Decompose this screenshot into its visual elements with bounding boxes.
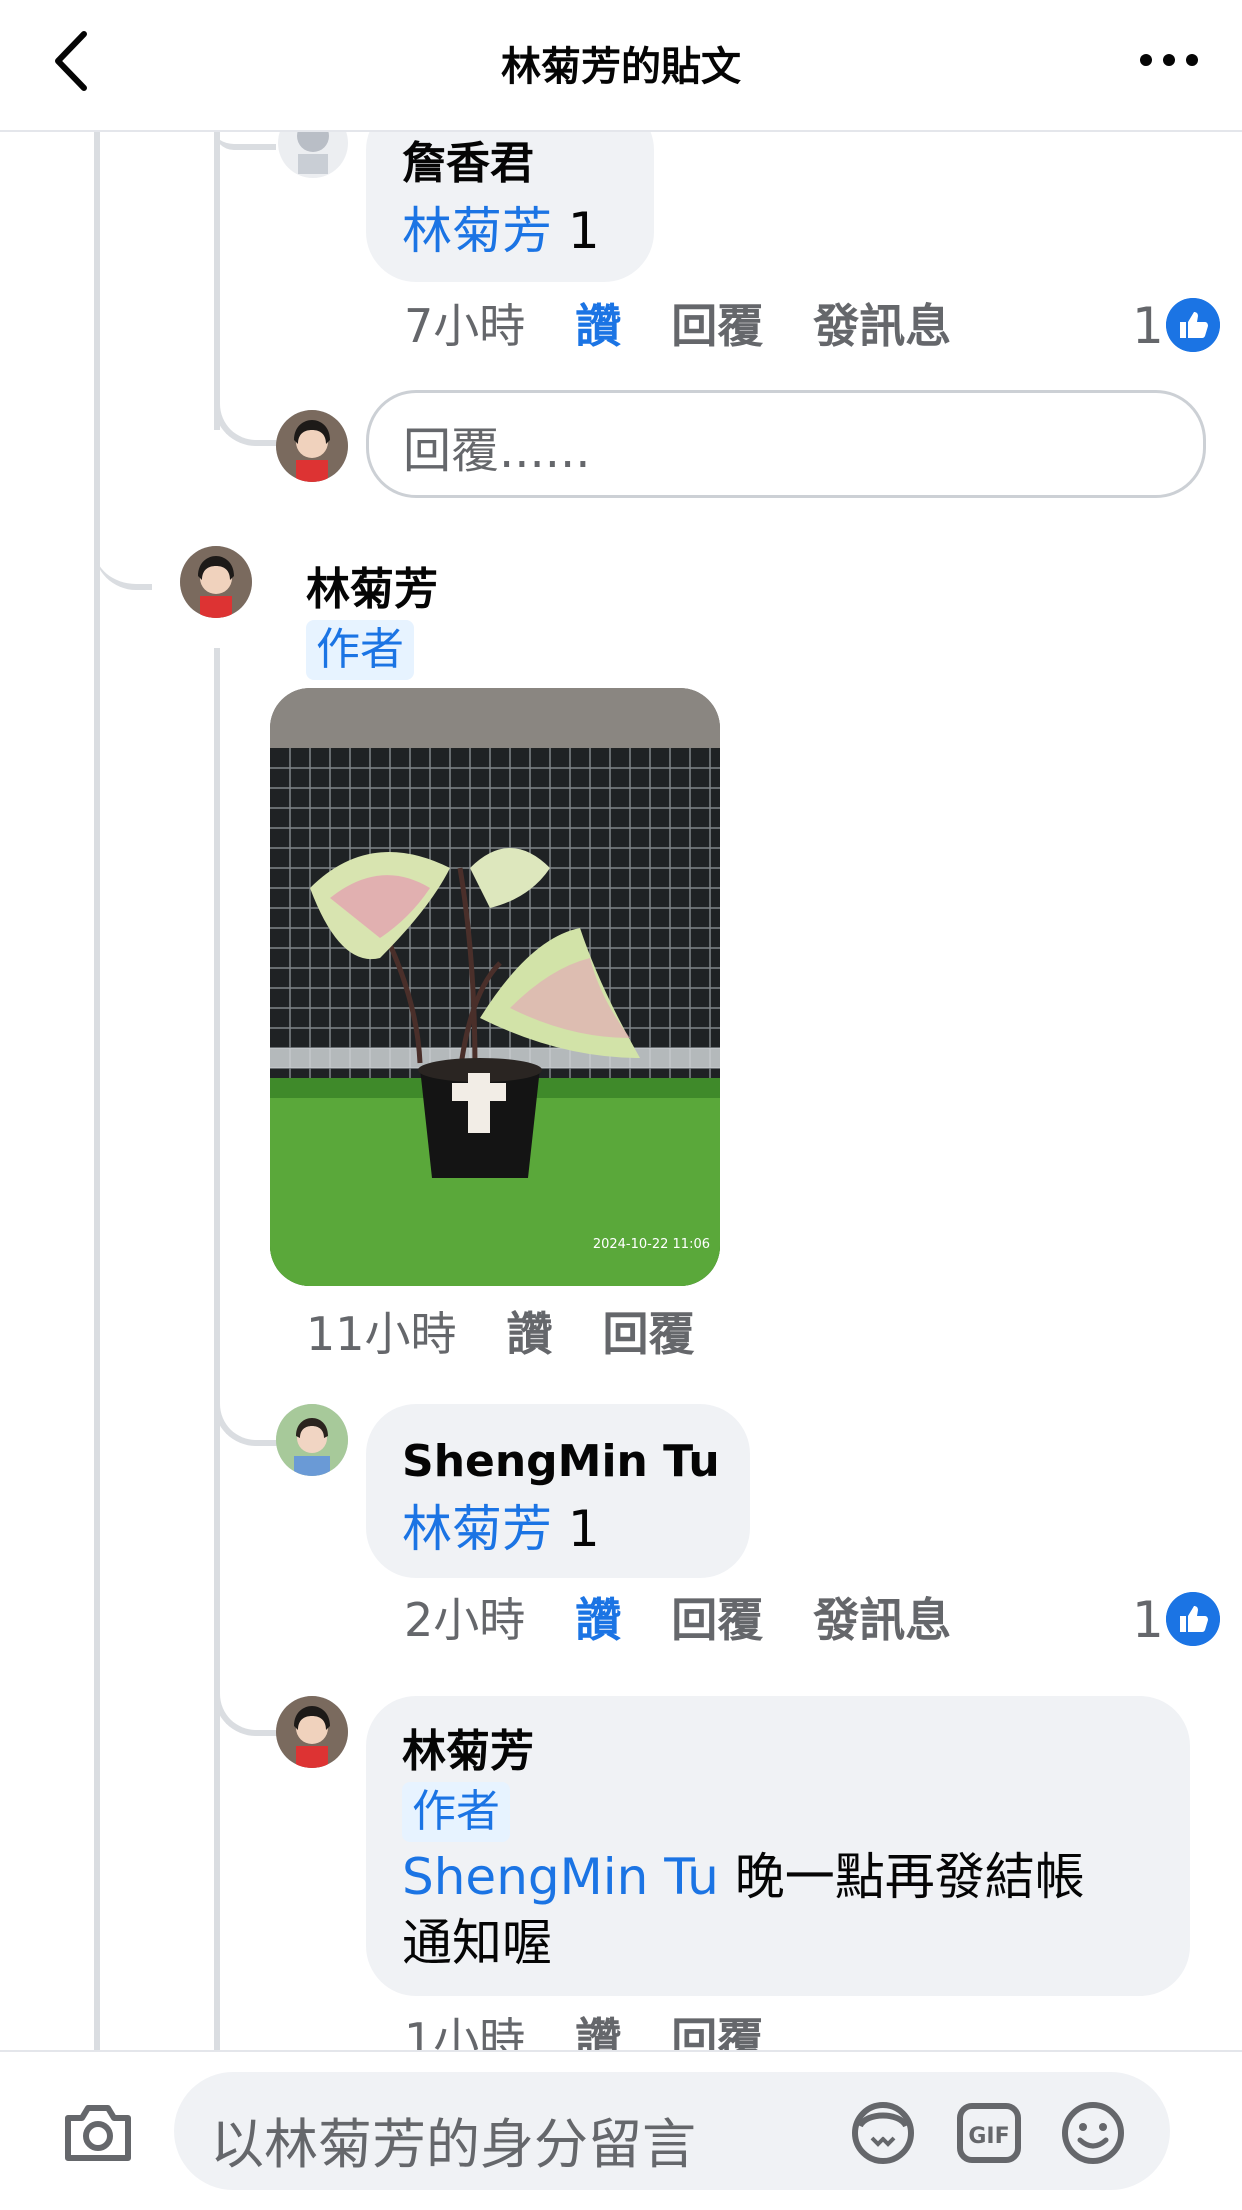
reply-button[interactable]: 回覆: [671, 299, 763, 353]
like-thumb-icon: [1166, 298, 1220, 352]
gif-icon[interactable]: GIF: [956, 2100, 1022, 2166]
thread-connector: [214, 1670, 282, 1736]
page-title: 林菊芳的貼文: [501, 44, 741, 90]
thread-line-inner: [214, 648, 220, 2050]
camera-icon[interactable]: [62, 2102, 134, 2162]
reply-button[interactable]: 回覆: [671, 1593, 763, 1647]
reply-input[interactable]: 回覆......: [366, 390, 1206, 498]
avatar[interactable]: [276, 1404, 348, 1476]
comment-body: 1: [552, 202, 600, 260]
comment-input-placeholder: 以林菊芳的身分留言: [210, 2113, 696, 2176]
comment-actions: 7小時讚回覆 發訊息: [404, 296, 1001, 356]
comment-bubble: ShengMin Tu 林菊芳 1: [366, 1404, 750, 1578]
mention-link[interactable]: 林菊芳: [402, 202, 552, 260]
thread-connector: [94, 130, 152, 590]
like-thumb-icon: [1166, 1592, 1220, 1646]
reply-placeholder: 回覆......: [403, 423, 591, 479]
like-button[interactable]: 讚: [575, 1593, 621, 1647]
avatar[interactable]: [180, 546, 252, 618]
like-button[interactable]: 讚: [575, 299, 621, 353]
commenter-name[interactable]: 詹香君: [402, 136, 534, 192]
more-icon[interactable]: [1138, 40, 1200, 80]
emoji-icon[interactable]: [1060, 2100, 1126, 2166]
comment-bubble: 林菊芳 作者 ShengMin Tu 晚一點再發結帳 通知喔: [366, 1696, 1190, 1996]
comment-composer-bar: 以林菊芳的身分留言 GIF: [0, 2050, 1242, 2210]
commenter-name[interactable]: 林菊芳: [402, 1724, 534, 1780]
commenter-name[interactable]: 林菊芳: [306, 562, 438, 618]
timestamp: 2小時: [404, 1593, 526, 1647]
author-badge: 作者: [306, 620, 414, 680]
author-badge: 作者: [402, 1782, 510, 1842]
timestamp: 11小時: [306, 1307, 457, 1361]
like-button[interactable]: 讚: [507, 1307, 553, 1361]
commenter-name[interactable]: ShengMin Tu: [402, 1434, 720, 1490]
like-count[interactable]: 1: [1132, 1590, 1164, 1650]
photo-timestamp: 2024-10-22 11:06: [593, 1237, 710, 1252]
like-count[interactable]: 1: [1132, 296, 1164, 356]
reply-button[interactable]: 回覆: [603, 1307, 695, 1361]
mention-link[interactable]: ShengMin Tu: [402, 1848, 719, 1906]
comment-text: 林菊芳 1: [402, 1496, 600, 1562]
thread-connector: [214, 1380, 282, 1446]
thread-connector: [214, 360, 282, 446]
thread-connector: [214, 130, 276, 150]
timestamp: 7小時: [404, 299, 526, 353]
message-button[interactable]: 發訊息: [813, 299, 951, 353]
avatar-sticker-icon[interactable]: [850, 2100, 916, 2166]
comment-actions: 2小時讚回覆 發訊息: [404, 1590, 1001, 1650]
comment-text: ShengMin Tu 晚一點再發結帳: [402, 1844, 1085, 1910]
comment-text: 林菊芳 1: [402, 198, 600, 264]
avatar[interactable]: [276, 1696, 348, 1768]
comment-input[interactable]: 以林菊芳的身分留言 GIF: [174, 2072, 1170, 2190]
message-button[interactable]: 發訊息: [813, 1593, 951, 1647]
comment-text-line2: 通知喔: [402, 1914, 552, 1972]
comment-actions: 11小時讚回覆: [306, 1304, 745, 1364]
comment-photo[interactable]: 2024-10-22 11:06: [270, 688, 720, 1286]
mention-link[interactable]: 林菊芳: [402, 1500, 552, 1558]
my-avatar: [276, 410, 348, 482]
comment-body: 晚一點再發結帳: [718, 1848, 1085, 1906]
author-badge-label: 作者: [402, 1782, 510, 1842]
top-bar: 林菊芳的貼文: [0, 0, 1242, 132]
comment-body: 1: [552, 1500, 600, 1558]
author-badge-label: 作者: [306, 620, 414, 680]
svg-text:GIF: GIF: [968, 2124, 1009, 2149]
